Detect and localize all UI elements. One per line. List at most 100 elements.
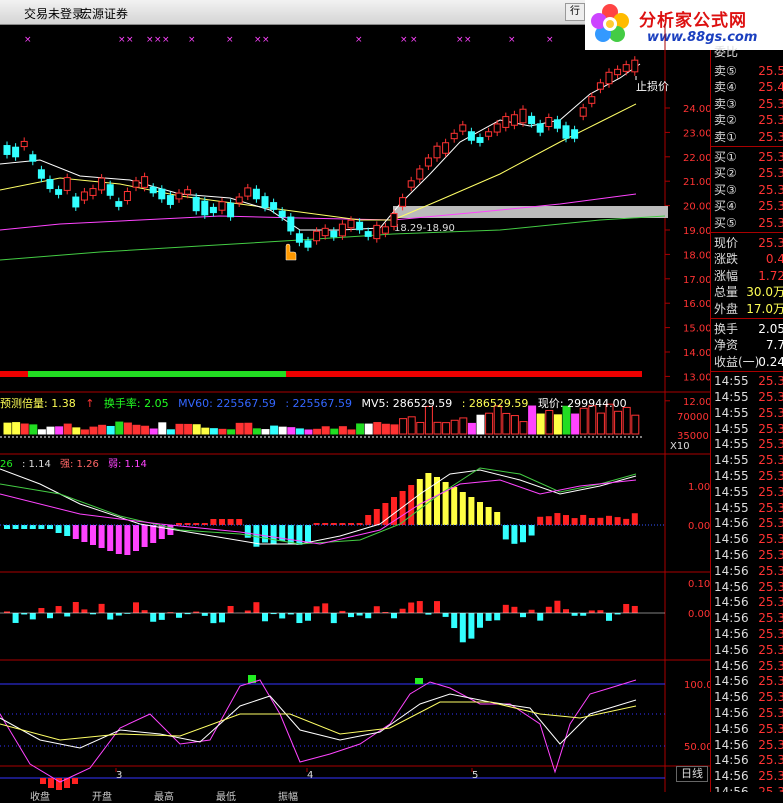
tick-row-value: 25.3: [758, 405, 783, 421]
ind1-bar: [116, 525, 122, 554]
ind1-bar: [546, 516, 552, 525]
ind2-bar: [632, 606, 638, 613]
tick-row-label: 14:56: [714, 594, 749, 610]
broker-name[interactable]: 宏源证券: [80, 5, 128, 22]
tick-row: 14:5625.3: [713, 768, 783, 784]
candle-body: [142, 177, 148, 188]
vol-multiplier: X10: [670, 441, 690, 452]
ind1-label-strong: 强: 1.26: [60, 458, 99, 470]
ind2-bar: [443, 613, 449, 617]
tick-row: 14:5625.3: [713, 689, 783, 705]
tick-row-label: 14:55: [714, 405, 749, 421]
bid-level-label: 买①: [714, 149, 737, 165]
ind1-bar: [365, 515, 371, 525]
bottom-tab[interactable]: 最高: [154, 788, 174, 803]
stock-chart[interactable]: ××××××××××××××××× 24.0023.0022.0021.0020…: [0, 24, 710, 800]
quote-stat2: 换手2.05: [713, 321, 783, 337]
ind2-bar: [511, 607, 517, 613]
signal-marker: ×: [146, 35, 154, 45]
trend-bar-red-1: [0, 371, 28, 377]
ind1-prefix: 26: [0, 459, 13, 470]
ind1-bar: [374, 509, 380, 525]
mv5-label: MV5: 286529.59: [362, 397, 453, 410]
ind1-bar: [167, 525, 173, 535]
volume-bar: [520, 422, 527, 434]
ind1-bar: [572, 518, 578, 525]
ind2-bar: [597, 610, 603, 613]
ind2-bar: [434, 601, 440, 613]
signal-marker: ×: [188, 35, 196, 45]
bid-level: 买④25.3: [713, 198, 783, 214]
volume-bar: [64, 424, 71, 434]
candle-body: [253, 189, 259, 199]
tick-row-value: 25.3: [758, 389, 783, 405]
volume-bar: [348, 430, 355, 434]
bottom-tab[interactable]: 振幅: [278, 788, 298, 803]
bid-level-value: 25.3: [758, 215, 783, 231]
month-label-4: 4: [307, 770, 313, 781]
tick-row: 14:5525.3: [713, 500, 783, 516]
trend-bar-red-2: [286, 371, 642, 377]
ind1-bar: [589, 518, 595, 525]
ind2-bar: [357, 613, 363, 616]
volume-bar: [503, 413, 510, 434]
ind1-bar: [4, 525, 10, 529]
ind1-bar: [468, 497, 474, 525]
ind2-bar: [529, 610, 535, 613]
volume-bar: [236, 423, 243, 434]
ind2-bar: [365, 613, 371, 618]
ind2-bar: [47, 613, 53, 618]
candle-body: [167, 196, 173, 205]
volume-bar: [580, 408, 587, 434]
vol-tick-1: 70000: [677, 412, 709, 423]
bottom-tab[interactable]: 收盘: [30, 788, 50, 803]
candle-body: [202, 201, 208, 215]
ind2-bar: [73, 602, 79, 613]
volume-bar: [365, 424, 372, 434]
volume-bar: [331, 429, 338, 434]
ind3-tick-100: 100.0: [684, 680, 710, 691]
bottom-tab[interactable]: 最低: [216, 788, 236, 803]
current-volume: 现价: 299944.00: [538, 397, 627, 410]
tick-row: 14:5525.3: [713, 468, 783, 484]
volume-bar: [546, 410, 553, 434]
ask-level-value: 25.3: [758, 112, 783, 128]
ind1-bar: [563, 515, 569, 525]
bid-level-label: 买③: [714, 182, 737, 198]
candle-body: [305, 241, 311, 247]
period-daily-button[interactable]: 日线: [676, 766, 708, 782]
tick-row-label: 14:55: [714, 436, 749, 452]
tick-row-value: 25.3: [758, 579, 783, 595]
menu-button[interactable]: 行: [565, 3, 585, 21]
ind2-bar: [408, 603, 414, 613]
month-label-5: 5: [472, 770, 478, 781]
ask-level-value: 25.3: [758, 129, 783, 145]
bid-level: 买⑤ 25.3: [713, 215, 783, 231]
tick-row: 14:5625.3: [713, 594, 783, 610]
ind2-bar: [150, 613, 156, 622]
bid-level-label: 买⑤: [714, 215, 737, 231]
candle-body: [546, 118, 552, 127]
ind2-bar: [133, 602, 139, 613]
bottom-tab[interactable]: 开盘: [92, 788, 112, 803]
ind2-bar: [563, 609, 569, 613]
ind2-bar: [554, 601, 560, 613]
ind2-bar: [219, 613, 225, 622]
candle-body: [90, 189, 96, 196]
tick-row-value: 25.3: [758, 531, 783, 547]
price-tick: 19.00: [683, 226, 710, 237]
volume-bar: [554, 415, 561, 434]
candle-body: [374, 225, 380, 238]
quote-stat-label: 涨幅: [714, 268, 738, 284]
quote-stat-value: 17.0万: [746, 301, 783, 317]
ind2-bar: [202, 613, 208, 616]
signal-marker: ×: [355, 35, 363, 45]
volume-bar: [537, 414, 544, 434]
candle-body: [13, 147, 19, 157]
volume-bar: [262, 430, 269, 434]
tick-row: 14:5625.3: [713, 610, 783, 626]
volume-bar: [176, 424, 183, 434]
volume-bar: [615, 411, 622, 434]
ind3-magenta-line: [0, 680, 636, 782]
candle-body: [133, 181, 139, 187]
